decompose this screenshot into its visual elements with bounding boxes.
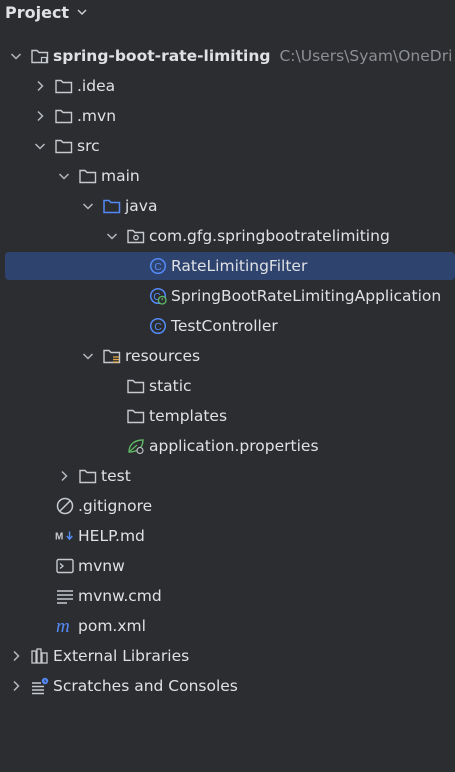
tree-node-main[interactable]: main xyxy=(0,161,455,191)
tree-node-spring-boot-application[interactable]: C SpringBootRateLimitingApplication xyxy=(0,281,455,311)
chevron-down-icon[interactable] xyxy=(56,168,72,184)
maven-icon: m xyxy=(55,616,75,636)
node-label: templates xyxy=(149,407,228,425)
node-label: .gitignore xyxy=(78,497,153,515)
tree-node-scratches[interactable]: Scratches and Consoles xyxy=(0,671,455,701)
chevron-right-icon[interactable] xyxy=(8,648,24,664)
tree-node-java[interactable]: java xyxy=(0,191,455,221)
svg-text:C: C xyxy=(154,321,162,333)
package-icon xyxy=(126,226,146,246)
spring-properties-icon xyxy=(126,436,146,456)
svg-text:m: m xyxy=(56,617,70,635)
tree-node-test-controller[interactable]: C TestController xyxy=(0,311,455,341)
tree-node-package[interactable]: com.gfg.springbootratelimiting xyxy=(0,221,455,251)
folder-icon xyxy=(126,406,146,426)
folder-icon xyxy=(78,166,98,186)
tree-node-mvnw-cmd[interactable]: mvnw.cmd xyxy=(0,581,455,611)
tree-node-pom-xml[interactable]: m pom.xml xyxy=(0,611,455,641)
root-project-path: C:\Users\Syam\OneDri xyxy=(279,47,453,65)
tree-node-static[interactable]: static xyxy=(0,371,455,401)
root-project-name: spring-boot-rate-limiting xyxy=(53,47,271,65)
node-label: mvnw.cmd xyxy=(78,587,162,605)
node-label: mvnw xyxy=(78,557,125,575)
libraries-icon xyxy=(30,646,50,666)
shell-script-icon xyxy=(55,556,75,576)
node-label: main xyxy=(101,167,140,185)
node-label: Scratches and Consoles xyxy=(53,677,238,695)
chevron-right-icon[interactable] xyxy=(32,108,48,124)
panel-title: Project xyxy=(5,2,70,22)
node-label: SpringBootRateLimitingApplication xyxy=(171,287,442,305)
chevron-down-icon[interactable] xyxy=(32,138,48,154)
ignore-file-icon xyxy=(55,496,75,516)
folder-icon xyxy=(54,106,74,126)
node-label: pom.xml xyxy=(78,617,146,635)
chevron-down-icon[interactable] xyxy=(80,198,96,214)
chevron-down-icon[interactable] xyxy=(75,5,89,19)
node-label: .mvn xyxy=(77,107,117,125)
source-folder-icon xyxy=(102,196,122,216)
node-label: com.gfg.springbootratelimiting xyxy=(149,227,390,245)
node-label: RateLimitingFilter xyxy=(171,257,308,275)
chevron-right-icon[interactable] xyxy=(56,468,72,484)
tree-node-root[interactable]: spring-boot-rate-limiting C:\Users\Syam\… xyxy=(0,41,455,71)
folder-icon xyxy=(126,376,146,396)
tree-node-idea[interactable]: .idea xyxy=(0,71,455,101)
chevron-right-icon[interactable] xyxy=(8,678,24,694)
folder-icon xyxy=(78,466,98,486)
project-tree: spring-boot-rate-limiting C:\Users\Syam\… xyxy=(0,41,455,701)
node-label: External Libraries xyxy=(53,647,190,665)
chevron-down-icon[interactable] xyxy=(80,348,96,364)
tree-node-gitignore[interactable]: .gitignore xyxy=(0,491,455,521)
module-folder-icon xyxy=(30,46,50,66)
chevron-down-icon[interactable] xyxy=(8,48,24,64)
node-label: TestController xyxy=(171,317,278,335)
node-label: src xyxy=(77,137,100,155)
svg-text:M: M xyxy=(55,532,63,543)
folder-icon xyxy=(54,136,74,156)
node-label: java xyxy=(125,197,158,215)
tree-node-templates[interactable]: templates xyxy=(0,401,455,431)
tree-node-help-md[interactable]: M HELP.md xyxy=(0,521,455,551)
tree-node-src[interactable]: src xyxy=(0,131,455,161)
svg-text:C: C xyxy=(154,261,162,273)
resources-folder-icon xyxy=(102,346,122,366)
chevron-down-icon[interactable] xyxy=(104,228,120,244)
text-file-icon xyxy=(55,586,75,606)
tree-node-test[interactable]: test xyxy=(0,461,455,491)
tree-node-mvn[interactable]: .mvn xyxy=(0,101,455,131)
node-label: test xyxy=(101,467,131,485)
node-label: .idea xyxy=(77,77,116,95)
class-icon: C xyxy=(148,316,168,336)
chevron-right-icon[interactable] xyxy=(32,78,48,94)
tree-node-mvnw[interactable]: mvnw xyxy=(0,551,455,581)
tree-node-application-properties[interactable]: application.properties xyxy=(0,431,455,461)
tree-node-rate-limiting-filter[interactable]: C RateLimitingFilter xyxy=(0,251,455,281)
spring-boot-class-icon: C xyxy=(148,286,168,306)
tree-node-external-libraries[interactable]: External Libraries xyxy=(0,641,455,671)
tree-node-resources[interactable]: resources xyxy=(0,341,455,371)
markdown-icon: M xyxy=(55,526,75,546)
node-label: HELP.md xyxy=(78,527,145,545)
folder-icon xyxy=(54,76,74,96)
scratches-icon xyxy=(30,676,50,696)
class-icon: C xyxy=(148,256,168,276)
node-label: application.properties xyxy=(149,437,319,455)
project-panel-header[interactable]: Project xyxy=(0,0,455,24)
node-label: static xyxy=(149,377,192,395)
node-label: resources xyxy=(125,347,201,365)
